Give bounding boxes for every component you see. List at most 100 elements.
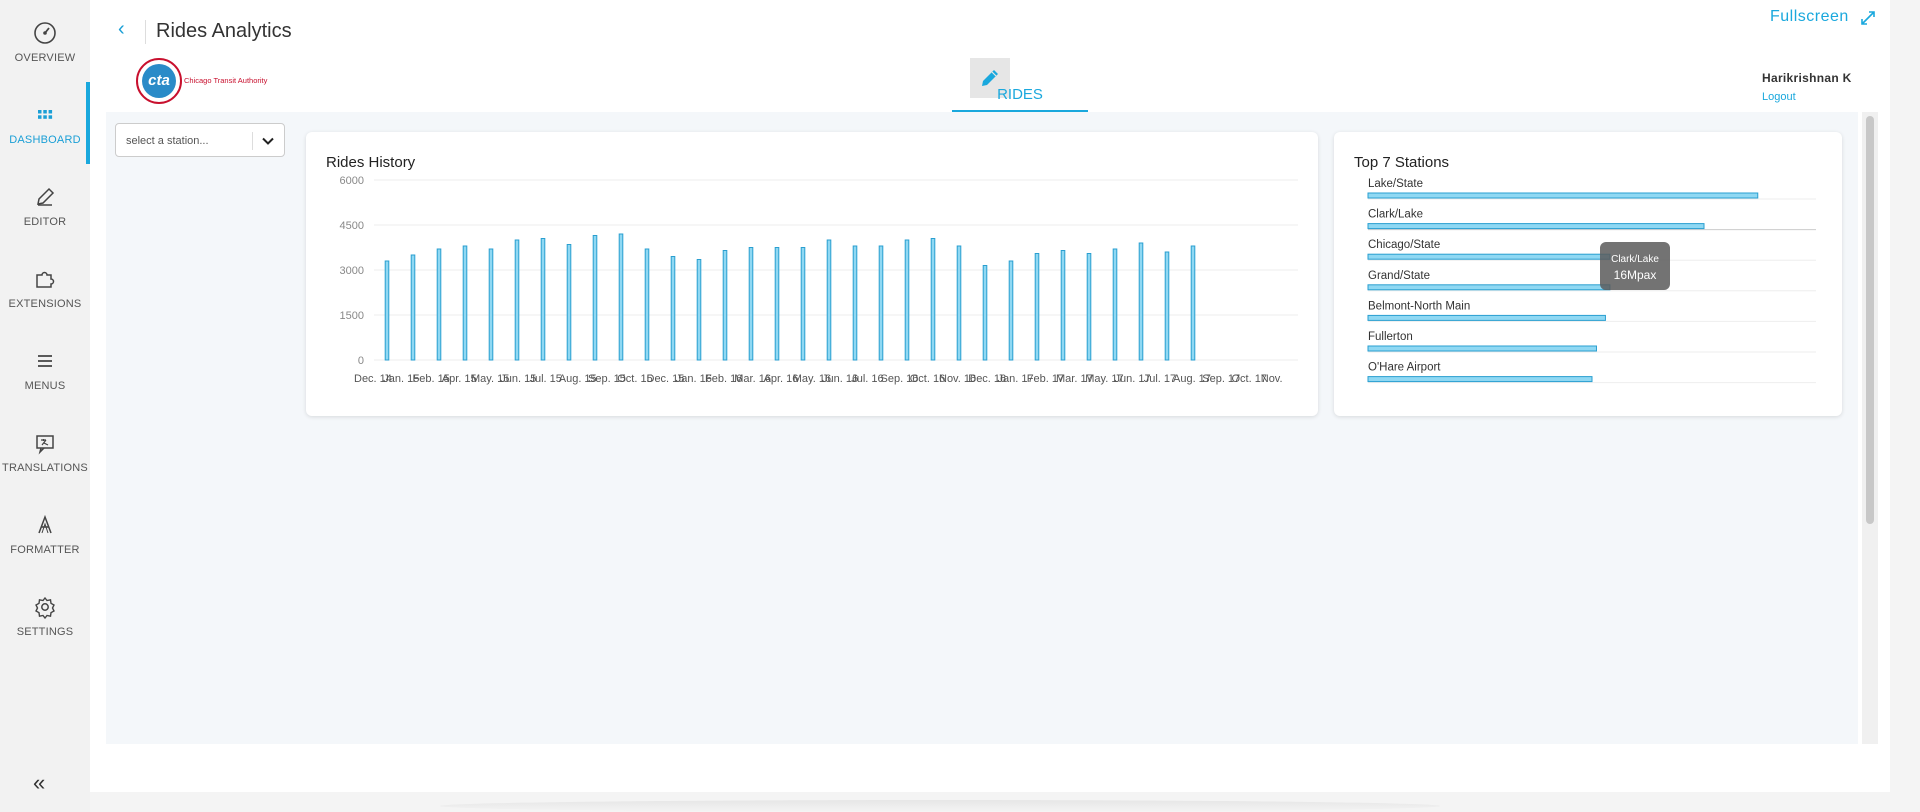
menu-icon xyxy=(38,355,52,367)
logo-circle: cta xyxy=(136,58,182,104)
y-tick-label: 0 xyxy=(358,355,364,367)
station-label: Chicago/State xyxy=(1368,239,1440,251)
bottom-shadow xyxy=(440,800,1440,812)
rides-bar[interactable] xyxy=(774,247,780,361)
chevron-down-icon xyxy=(262,137,274,145)
x-tick-label: Jul. 17 xyxy=(1144,373,1176,385)
sidebar-item-formatter[interactable]: FORMATTER xyxy=(0,492,90,574)
rides-bar[interactable] xyxy=(1190,245,1196,361)
rides-bar[interactable] xyxy=(722,250,728,361)
x-tick-label: Jul. 15 xyxy=(530,373,562,385)
station-label: O'Hare Airport xyxy=(1368,362,1441,374)
gear-icon xyxy=(35,596,55,620)
tooltip-value: 16Mpax xyxy=(1613,268,1657,282)
station-label: Fullerton xyxy=(1368,331,1413,343)
station-select-placeholder: select a station... xyxy=(126,135,209,147)
rides-bar[interactable] xyxy=(1008,260,1014,361)
rides-bar[interactable] xyxy=(618,233,624,361)
grid-icon xyxy=(38,110,53,119)
rides-bar[interactable] xyxy=(852,245,858,361)
sidebar-item-label: OVERVIEW xyxy=(14,52,76,64)
sidebar-item-editor[interactable]: EDITOR xyxy=(0,164,90,246)
station-label: Belmont-North Main xyxy=(1368,300,1470,312)
sidebar-item-overview[interactable]: OVERVIEW xyxy=(0,0,90,82)
rides-bar[interactable] xyxy=(904,239,910,361)
rides-bar[interactable] xyxy=(436,248,442,361)
rides-bar[interactable] xyxy=(800,247,806,361)
back-button[interactable]: ‹ xyxy=(118,18,125,41)
rides-bar[interactable] xyxy=(384,260,390,361)
top-stations-card: Top 7 Stations Lake/State Clark/Lake Chica… xyxy=(1334,132,1842,416)
expand-icon xyxy=(1861,11,1875,25)
sidebar-item-dashboard[interactable]: DASHBOARD xyxy=(0,82,90,164)
rides-bar[interactable] xyxy=(1112,248,1118,361)
sidebar-item-label: SETTINGS xyxy=(16,626,74,638)
station-bar[interactable] xyxy=(1367,223,1705,230)
sidebar-item-extensions[interactable]: EXTENSIONS xyxy=(0,246,90,328)
puzzle-icon xyxy=(36,271,55,288)
speedometer-icon xyxy=(34,22,56,44)
rides-bar[interactable] xyxy=(644,248,650,361)
tab-rides[interactable]: RIDES xyxy=(952,56,1088,112)
rides-bar[interactable] xyxy=(566,244,572,361)
station-bar[interactable] xyxy=(1367,314,1606,321)
select-divider xyxy=(252,132,253,150)
fullscreen-button[interactable]: Fullscreen xyxy=(1770,8,1890,26)
station-select[interactable]: select a station... xyxy=(115,123,285,157)
sidebar-item-menus[interactable]: MENUS xyxy=(0,328,90,410)
tab-label: RIDES xyxy=(997,86,1043,103)
rides-bar[interactable] xyxy=(592,235,598,361)
logo-text: Chicago Transit Authority xyxy=(184,76,268,85)
rides-bar[interactable] xyxy=(930,238,936,361)
fullscreen-label: Fullscreen xyxy=(1770,8,1849,25)
rides-bar[interactable] xyxy=(696,259,702,361)
rides-bar[interactable] xyxy=(748,247,754,361)
rides-bar[interactable] xyxy=(1138,242,1144,361)
sidebar-item-label: EDITOR xyxy=(23,216,67,228)
user-name: Harikrishnan K xyxy=(1762,71,1852,85)
rides-bar[interactable] xyxy=(488,248,494,361)
page-title: Rides Analytics xyxy=(156,20,292,42)
x-tick-label: Nov. xyxy=(1261,373,1283,385)
chart-tooltip: Clark/Lake 16Mpax xyxy=(1600,242,1670,290)
rides-bar[interactable] xyxy=(1034,253,1040,361)
main-panel: ‹ Rides Analytics Fullscreen cta Chicago… xyxy=(90,0,1890,792)
station-label: Clark/Lake xyxy=(1368,209,1423,221)
sidebar-item-label: DASHBOARD xyxy=(9,134,81,146)
sidebar-item-settings[interactable]: SETTINGS xyxy=(0,574,90,656)
sidebar-item-label: EXTENSIONS xyxy=(8,298,82,310)
rides-bar[interactable] xyxy=(1060,250,1066,361)
rides-bar[interactable] xyxy=(826,239,832,361)
station-label: Lake/State xyxy=(1368,178,1423,190)
rides-bar[interactable] xyxy=(670,256,676,361)
rides-bar[interactable] xyxy=(1086,253,1092,361)
station-bar[interactable] xyxy=(1367,192,1759,199)
rides-bar[interactable] xyxy=(1164,251,1170,361)
rides-bar[interactable] xyxy=(410,254,416,361)
sidebar-item-translations[interactable]: TRANSLATIONS xyxy=(0,410,90,492)
sidebar: OVERVIEW DASHBOARD EDITOR EXTENSIONS MEN… xyxy=(0,0,90,812)
pencil-icon xyxy=(37,187,55,206)
rides-bar[interactable] xyxy=(982,265,988,361)
rides-bar[interactable] xyxy=(878,245,884,361)
collapse-sidebar-button[interactable]: « xyxy=(33,770,45,796)
station-bar[interactable] xyxy=(1367,345,1597,352)
cta-logo: cta Chicago Transit Authority xyxy=(136,58,276,104)
translate-icon xyxy=(36,435,54,455)
logo-mark: cta xyxy=(142,64,176,98)
logout-link[interactable]: Logout xyxy=(1762,91,1796,103)
formatter-icon xyxy=(38,514,52,534)
station-bar[interactable] xyxy=(1367,284,1611,291)
rides-bar[interactable] xyxy=(514,239,520,361)
rides-bar[interactable] xyxy=(956,245,962,361)
tooltip-station: Clark/Lake xyxy=(1611,254,1659,265)
scrollbar-thumb[interactable] xyxy=(1866,116,1874,524)
vertical-scrollbar[interactable] xyxy=(1862,112,1878,744)
rides-history-chart: 01500300045006000Dec. 14Jan. 15Feb. 15Ap… xyxy=(340,175,1298,385)
top-stations-chart: Lake/State Clark/Lake Chicago/State Grand/S… xyxy=(1367,178,1816,384)
sidebar-item-label: TRANSLATIONS xyxy=(2,462,88,474)
rides-bar[interactable] xyxy=(462,245,468,361)
rides-bar[interactable] xyxy=(540,238,546,361)
station-bar[interactable] xyxy=(1367,253,1611,260)
station-bar[interactable] xyxy=(1367,376,1593,383)
